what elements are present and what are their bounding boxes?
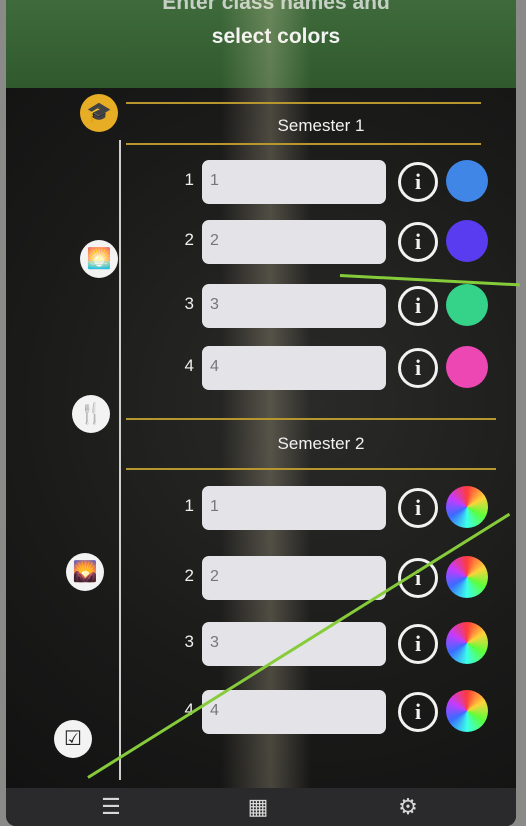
info-icon[interactable]: i (398, 162, 438, 202)
color-swatch[interactable] (446, 160, 488, 202)
menu-icon[interactable]: ☰ (91, 794, 131, 824)
class-name-input[interactable]: 1 (202, 486, 386, 530)
color-swatch[interactable] (446, 284, 488, 326)
color-wheel-icon[interactable] (446, 556, 488, 598)
header: Enter class names and select colors (6, 0, 516, 88)
color-wheel-icon[interactable] (446, 690, 488, 732)
phone-screen: Enter class names and select colors 🎓 🌅 … (6, 0, 516, 826)
class-row: 1 1 i (166, 486, 496, 530)
semester-2-label: Semester 2 (277, 434, 365, 453)
class-number: 1 (184, 170, 194, 189)
class-name-input[interactable]: 4 (202, 690, 386, 734)
class-name-input[interactable]: 2 (202, 220, 386, 264)
color-wheel-icon[interactable] (446, 622, 488, 664)
color-swatch[interactable] (446, 346, 488, 388)
class-name-input[interactable]: 1 (202, 160, 386, 204)
sidebar-line (119, 140, 121, 780)
class-number: 3 (184, 294, 194, 313)
class-row: 1 1 i (166, 160, 496, 204)
bottom-tab-bar: ☰ ▦ ⚙ (6, 788, 516, 826)
info-icon[interactable]: i (398, 488, 438, 528)
class-name-input[interactable]: 3 (202, 284, 386, 328)
graduation-cap-icon[interactable]: 🎓 (80, 94, 118, 132)
class-number: 3 (184, 632, 194, 651)
sunrise-icon[interactable]: 🌅 (80, 240, 118, 278)
sunset-icon[interactable]: 🌄 (66, 553, 104, 591)
class-row: 4 4 i (166, 346, 496, 390)
info-icon[interactable]: i (398, 692, 438, 732)
title-line-1: Enter class names and (162, 0, 390, 14)
class-name-input[interactable]: 3 (202, 622, 386, 666)
semester-1-label: Semester 1 (277, 116, 365, 135)
calendar-icon[interactable]: ▦ (238, 794, 278, 824)
info-icon[interactable]: i (398, 348, 438, 388)
fork-knife-icon[interactable]: 🍴 (72, 395, 110, 433)
class-number: 4 (184, 356, 194, 375)
gear-icon[interactable]: ⚙ (388, 794, 428, 824)
semester-2-top-rule (126, 418, 496, 420)
page-title: Enter class names and select colors (86, 0, 466, 54)
class-number: 2 (184, 566, 194, 585)
class-name-input[interactable]: 2 (202, 556, 386, 600)
class-row: 3 3 i (166, 284, 496, 328)
class-number: 2 (184, 230, 194, 249)
color-wheel-icon[interactable] (446, 486, 488, 528)
semester-1-top-rule (126, 102, 481, 104)
class-name-input[interactable]: 4 (202, 346, 386, 390)
info-icon[interactable]: i (398, 222, 438, 262)
class-row: 2 2 i (166, 220, 496, 264)
class-row: 3 3 i (166, 622, 496, 666)
semester-2-bottom-rule (126, 468, 496, 470)
info-icon[interactable]: i (398, 286, 438, 326)
class-row: 2 2 i (166, 556, 496, 600)
color-swatch[interactable] (446, 220, 488, 262)
semester-1-bottom-rule (126, 143, 481, 145)
class-number: 1 (184, 496, 194, 515)
title-line-2: select colors (211, 25, 341, 48)
info-icon[interactable]: i (398, 624, 438, 664)
checklist-icon[interactable]: ☑ (54, 720, 92, 758)
